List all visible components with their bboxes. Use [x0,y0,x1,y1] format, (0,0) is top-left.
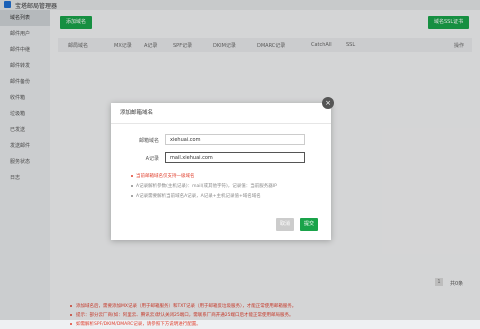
dialog-tip: 当前邮箱域名仅支持一级域名 [131,173,195,179]
cancel-button[interactable]: 取消 [276,218,295,231]
domain-label: 邮箱域名 [138,138,159,144]
submit-button[interactable]: 提交 [300,218,319,231]
close-icon[interactable]: × [322,97,334,109]
domain-input[interactable]: xiehuai.com [165,134,305,145]
a-record-label: A记录 [145,156,159,162]
a-record-input[interactable]: mail.xiehuai.com [165,152,305,163]
note-item: 如需解析SPF/DKIM/DMARC记录，请参照下方说明进行配置。 [70,320,470,329]
dialog-title: 添加邮箱域名 [111,103,331,124]
dialog-tip: A记录需要解析当前域名A记录，A记录+主机记录值+域名域名 [131,193,261,199]
dialog-tip: A记录解析参数(主机记录)：mail(或其他字符)，记录值：当前服务器IP [131,183,277,189]
add-domain-dialog: 添加邮箱域名 × 邮箱域名 xiehuai.com A记录 mail.xiehu… [111,97,334,240]
